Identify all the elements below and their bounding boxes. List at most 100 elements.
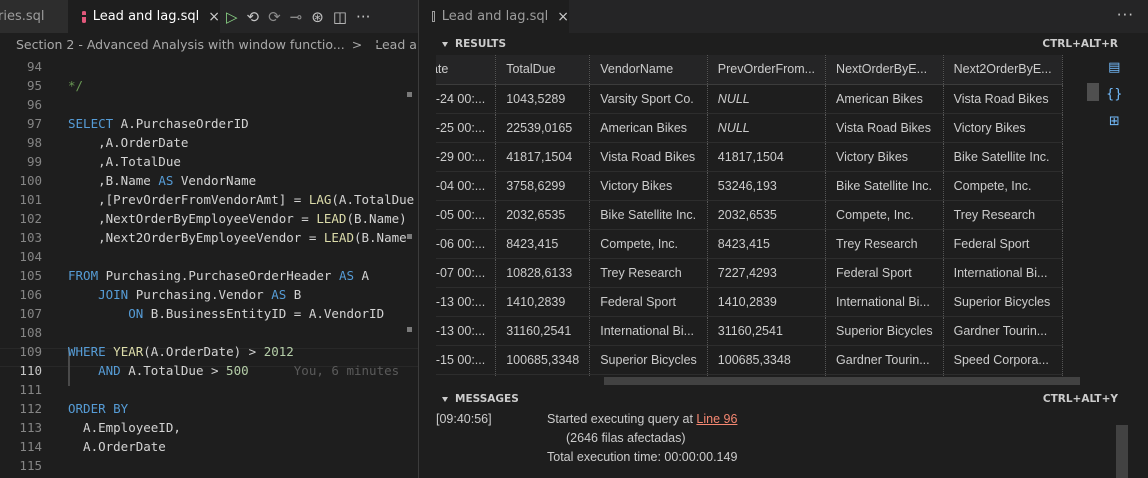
connect-icon[interactable]: ⟲ — [247, 8, 260, 26]
table-cell[interactable]: Vista Road Bikes — [943, 84, 1063, 114]
table-cell[interactable]: Compete, Inc. — [943, 171, 1063, 201]
results-section-header[interactable]: RESULTS CTRL+ALT+R — [436, 33, 1126, 55]
table-cell[interactable]: 2013-07-07 00:... — [436, 258, 497, 288]
table-cell[interactable]: 22539,0165 — [495, 113, 591, 143]
code-editor[interactable]: 94 95 */ 96 97 SELECT A.PurchaseOrderID 98… — [0, 57, 418, 478]
table-cell[interactable]: Vista Road Bikes — [825, 113, 944, 143]
table-cell[interactable]: 1410,2839 — [707, 287, 827, 317]
table-cell[interactable]: 7227,4293 — [707, 258, 827, 288]
table-cell[interactable]: 2013-07-04 00:... — [436, 171, 497, 201]
table-cell[interactable]: Federal Sport — [589, 287, 708, 317]
column-header[interactable]: OrderDate — [436, 55, 497, 85]
table-cell[interactable]: 41817,1504 — [707, 142, 827, 172]
save-as-csv-icon[interactable]: ▤ — [1106, 60, 1123, 78]
close-icon[interactable]: × — [208, 9, 220, 25]
disconnect-icon[interactable]: ⟳ — [268, 8, 281, 26]
table-cell[interactable]: Victory Bikes — [825, 142, 944, 172]
table-cell[interactable]: American Bikes — [825, 84, 944, 114]
table-cell[interactable]: International Bi... — [943, 258, 1063, 288]
table-cell[interactable]: 2013-06-29 00:... — [436, 142, 497, 172]
save-as-json-icon[interactable]: {} — [1106, 87, 1123, 105]
column-header[interactable]: NextOrderByE... — [825, 55, 944, 85]
table-cell[interactable]: 100685,3348 — [707, 345, 827, 375]
more-actions-icon[interactable]: ··· — [356, 8, 370, 26]
breadcrumb-file[interactable]: Lead and la — [375, 37, 418, 52]
table-cell[interactable]: Compete, Inc. — [825, 200, 944, 230]
table-cell[interactable]: Varsity Sport Co. — [589, 84, 708, 114]
results-grid[interactable]: OrderDate TotalDue VendorName PrevOrderF… — [436, 55, 1086, 376]
table-row[interactable]: 2013-07-06 00:...8423,415Compete, Inc.84… — [436, 229, 1063, 259]
table-row[interactable]: 2013-07-07 00:...10828,6133Trey Research… — [436, 258, 1063, 288]
explain-plan-icon[interactable]: ⊛ — [311, 8, 324, 26]
table-cell[interactable]: 1410,2839 — [495, 287, 591, 317]
table-cell[interactable]: 2013-07-13 00:... — [436, 316, 497, 346]
tab-lead-and-lag-sql[interactable]: Lead and lag.sql × — [68, 0, 220, 33]
table-cell[interactable]: 1043,5289 — [495, 84, 591, 114]
table-row[interactable]: 2013-06-29 00:...41817,1504Vista Road Bi… — [436, 142, 1063, 172]
table-cell[interactable]: 3758,6299 — [495, 171, 591, 201]
table-cell[interactable]: Gardner Tourin... — [943, 316, 1063, 346]
close-icon[interactable]: × — [557, 9, 569, 25]
column-header[interactable]: Next2OrderByE... — [943, 55, 1063, 85]
table-cell[interactable]: 31160,2541 — [707, 316, 827, 346]
scrollbar-thumb[interactable] — [604, 377, 1080, 385]
table-cell[interactable]: 2013-07-06 00:... — [436, 229, 497, 259]
column-header[interactable]: VendorName — [589, 55, 708, 85]
table-cell[interactable]: Superior Bicycles — [943, 287, 1063, 317]
table-cell[interactable]: 2013-07-05 00:... — [436, 200, 497, 230]
table-cell[interactable]: 8423,415 — [707, 229, 827, 259]
table-cell[interactable]: Trey Research — [943, 200, 1063, 230]
table-cell[interactable]: Superior Bicycles — [825, 316, 944, 346]
table-cell[interactable]: Federal Sport — [825, 258, 944, 288]
table-cell[interactable]: American Bikes — [589, 113, 708, 143]
table-cell[interactable]: 2013-06-25 00:... — [436, 113, 497, 143]
table-cell[interactable]: Gardner Tourin... — [825, 345, 944, 375]
column-header[interactable]: TotalDue — [495, 55, 591, 85]
messages-section-header[interactable]: MESSAGES CTRL+ALT+Y — [436, 388, 1126, 410]
table-cell[interactable]: NULL — [707, 84, 827, 114]
table-cell[interactable]: 2032,6535 — [707, 200, 827, 230]
more-actions-icon[interactable]: ··· — [1117, 6, 1134, 24]
table-cell[interactable]: Trey Research — [589, 258, 708, 288]
table-cell[interactable]: Victory Bikes — [589, 171, 708, 201]
table-row[interactable]: 2013-07-15 00:... 100685,3348Superior Bic… — [436, 345, 1063, 375]
grid-horizontal-scrollbar[interactable] — [436, 376, 1086, 386]
table-cell[interactable]: 53246,193 — [707, 171, 827, 201]
run-query-icon[interactable]: ▷ — [226, 8, 238, 26]
table-cell[interactable]: 2013-06-24 00:... — [436, 84, 497, 114]
table-cell[interactable]: Superior Bicycles — [589, 345, 708, 375]
table-cell[interactable]: 31160,2541 — [495, 316, 591, 346]
table-cell[interactable]: 10828,6133 — [495, 258, 591, 288]
table-cell[interactable]: Bike Satellite Inc. — [943, 142, 1063, 172]
change-connection-icon[interactable]: ⊸ — [290, 8, 303, 26]
split-editor-icon[interactable]: ◫ — [333, 8, 347, 26]
table-cell[interactable]: Compete, Inc. — [589, 229, 708, 259]
table-cell[interactable]: Speed Corpora... — [943, 345, 1063, 375]
table-cell[interactable]: 2013-07-15 00:... — [436, 345, 497, 375]
table-cell[interactable]: 8423,415 — [495, 229, 591, 259]
table-cell[interactable]: Bike Satellite Inc. — [825, 171, 944, 201]
table-row[interactable]: 2013-06-25 00:...22539,0165American Bike… — [436, 113, 1063, 143]
table-cell[interactable]: Federal Sport — [943, 229, 1063, 259]
line-link[interactable]: Line 96 — [696, 412, 737, 426]
table-cell[interactable]: Vista Road Bikes — [589, 142, 708, 172]
table-row[interactable]: 2013-07-04 00:...3758,6299Victory Bikes5… — [436, 171, 1063, 201]
table-row[interactable]: 2013-06-24 00:...1043,5289Varsity Sport … — [436, 84, 1063, 114]
column-header[interactable]: PrevOrderFrom... — [707, 55, 827, 85]
save-as-excel-icon[interactable]: ⊞ — [1106, 114, 1123, 132]
table-cell[interactable]: 2013-07-13 00:... — [436, 287, 497, 317]
messages-scrollbar[interactable] — [1116, 425, 1128, 478]
breadcrumb-section[interactable]: Section 2 - Advanced Analysis with windo… — [16, 37, 345, 52]
tab-results-lead-and-lag[interactable]: Lead and lag.sql × — [419, 0, 569, 33]
grid-vertical-scrollbar[interactable] — [1087, 83, 1099, 101]
table-cell[interactable]: International Bi... — [589, 316, 708, 346]
table-cell[interactable]: Victory Bikes — [943, 113, 1063, 143]
table-cell[interactable]: 41817,1504 — [495, 142, 591, 172]
table-cell[interactable]: Bike Satellite Inc. — [589, 200, 708, 230]
table-cell[interactable]: Trey Research — [825, 229, 944, 259]
table-cell[interactable]: NULL — [707, 113, 827, 143]
table-cell[interactable]: International Bi... — [825, 287, 944, 317]
table-cell[interactable]: 2032,6535 — [495, 200, 591, 230]
tab-queries-sql[interactable]: ries.sql — [0, 0, 68, 33]
table-row[interactable]: 2013-07-13 00:...31160,2541International… — [436, 316, 1063, 346]
